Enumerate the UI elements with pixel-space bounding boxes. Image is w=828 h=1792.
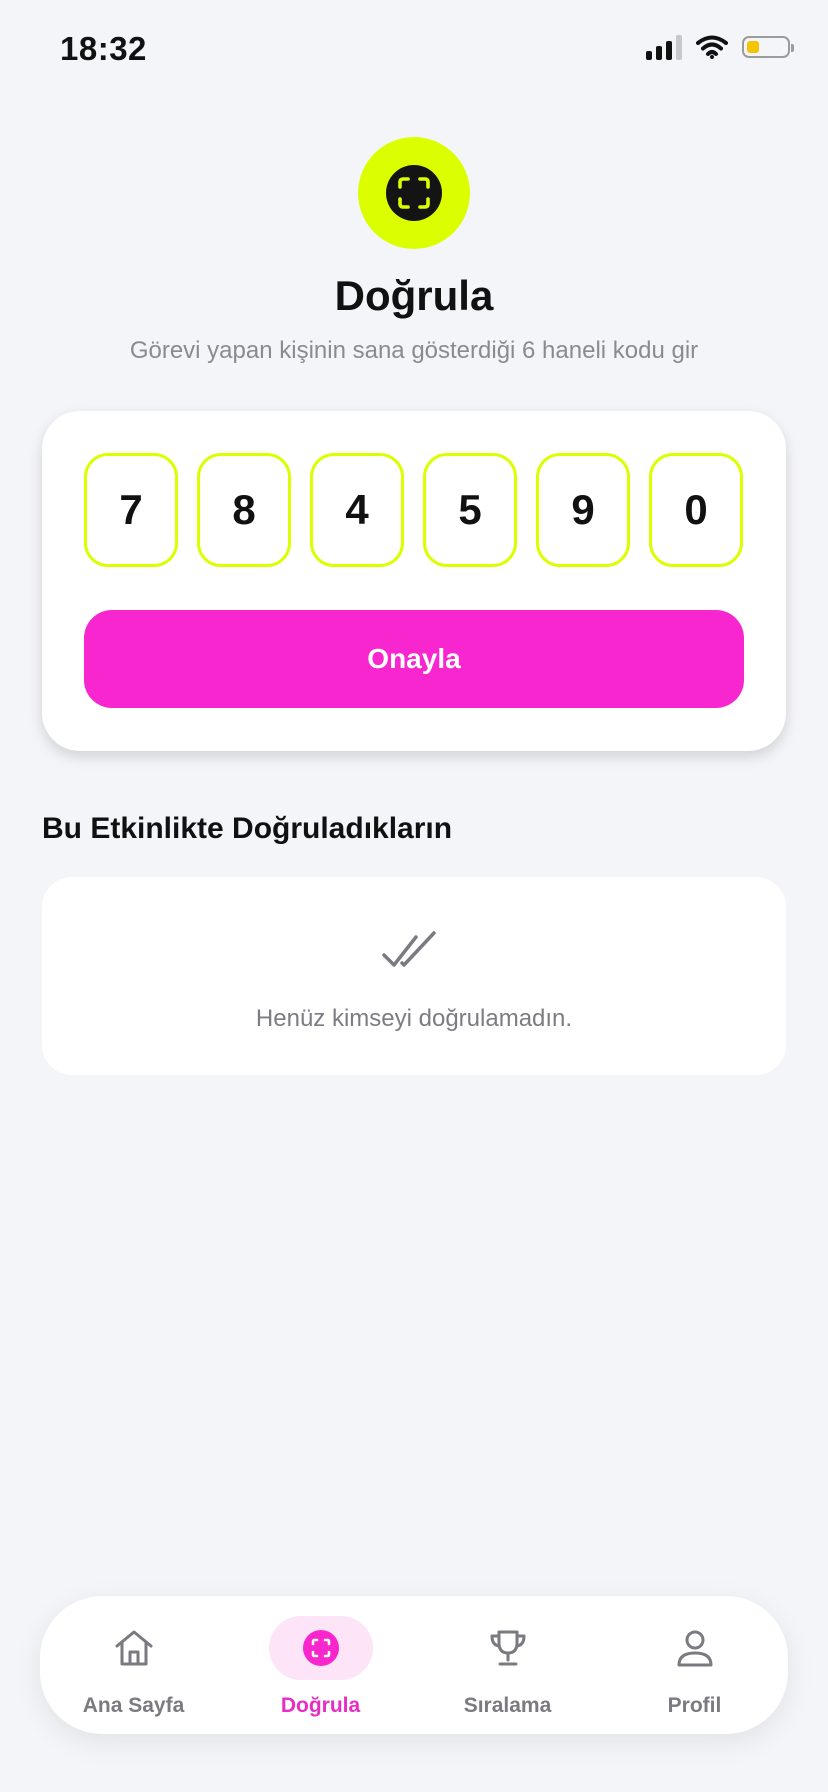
code-digit-6[interactable]: 0 bbox=[649, 453, 743, 567]
scan-frame-icon bbox=[386, 165, 442, 221]
tab-label-verify: Doğrula bbox=[280, 1694, 361, 1717]
code-digit-3[interactable]: 4 bbox=[310, 453, 404, 567]
user-icon bbox=[643, 1616, 747, 1680]
verified-section-title: Bu Etkinlikte Doğruladıkların bbox=[42, 812, 453, 845]
tab-home[interactable]: Ana Sayfa bbox=[40, 1596, 227, 1734]
wifi-icon bbox=[696, 35, 728, 59]
code-digit-5[interactable]: 9 bbox=[536, 453, 630, 567]
confirm-button[interactable]: Onayla bbox=[84, 610, 744, 708]
page-subtitle: Görevi yapan kişinin sana gösterdiği 6 h… bbox=[129, 337, 699, 364]
code-digit-4[interactable]: 5 bbox=[423, 453, 517, 567]
cellular-signal-icon bbox=[646, 34, 682, 60]
code-digit-1[interactable]: 7 bbox=[84, 453, 178, 567]
code-digits: 7 8 4 5 9 0 bbox=[84, 453, 743, 567]
bottom-tab-bar: Ana Sayfa Doğrula Sıralama Profil bbox=[40, 1596, 788, 1734]
tab-profile[interactable]: Profil bbox=[601, 1596, 788, 1734]
tab-label-profile: Profil bbox=[667, 1694, 722, 1717]
status-time: 18:32 bbox=[60, 30, 147, 67]
double-check-icon bbox=[382, 931, 436, 967]
code-digit-2[interactable]: 8 bbox=[197, 453, 291, 567]
home-icon bbox=[82, 1616, 186, 1680]
page-title: Doğrula bbox=[334, 272, 494, 319]
scan-frame-icon bbox=[268, 1616, 373, 1680]
status-bar: 18:32 bbox=[0, 0, 828, 100]
code-entry-card: 7 8 4 5 9 0 Onayla bbox=[42, 411, 786, 751]
verify-hero-icon bbox=[358, 137, 470, 249]
tab-label-ranking: Sıralama bbox=[463, 1694, 552, 1717]
tab-verify[interactable]: Doğrula bbox=[227, 1596, 414, 1734]
status-icons bbox=[646, 34, 794, 60]
trophy-icon bbox=[456, 1616, 560, 1680]
tab-ranking[interactable]: Sıralama bbox=[414, 1596, 601, 1734]
verified-empty-card: Henüz kimseyi doğrulamadın. bbox=[42, 877, 786, 1075]
battery-icon bbox=[742, 36, 794, 58]
empty-state-text: Henüz kimseyi doğrulamadın. bbox=[255, 1005, 573, 1032]
tab-label-home: Ana Sayfa bbox=[82, 1694, 185, 1717]
